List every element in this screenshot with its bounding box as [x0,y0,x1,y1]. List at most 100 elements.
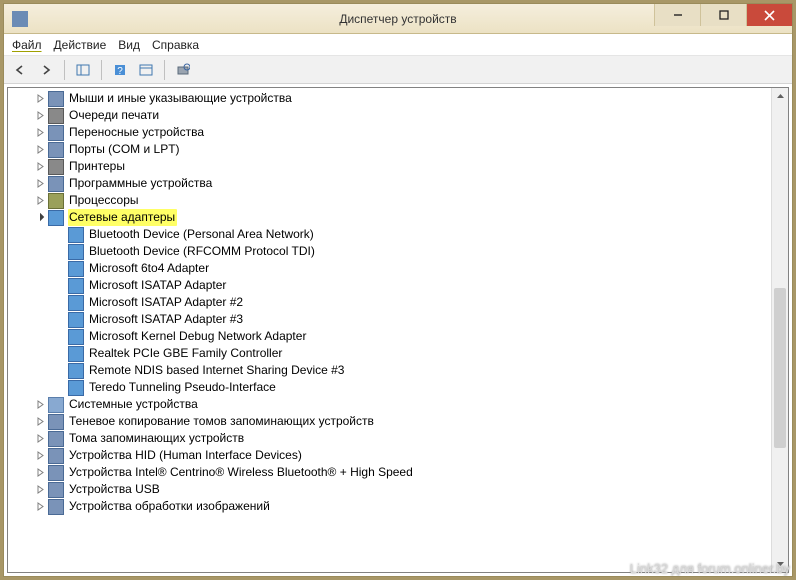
maximize-button[interactable] [700,4,746,26]
tree-category-label: Очереди печати [68,107,159,124]
tree-category[interactable]: Мыши и иные указывающие устройства [8,90,771,107]
img-icon [48,499,64,515]
scroll-thumb[interactable] [774,288,786,448]
expand-arrow-icon[interactable] [34,433,46,445]
mouse-icon [48,91,64,107]
scroll-up-button[interactable] [772,88,788,105]
menu-file[interactable]: Файл [12,38,42,52]
device-tree[interactable]: Мыши и иные указывающие устройстваОчеред… [8,88,771,572]
tree-category[interactable]: Теневое копирование томов запоминающих у… [8,413,771,430]
scan-hardware-button[interactable] [171,58,195,82]
tree-category-label: Устройства Intel® Centrino® Wireless Blu… [68,464,413,481]
tree-device[interactable]: Microsoft 6to4 Adapter [8,260,771,277]
network-adapter-icon [68,244,84,260]
tree-category[interactable]: Порты (COM и LPT) [8,141,771,158]
back-button[interactable] [8,58,32,82]
vertical-scrollbar[interactable] [771,88,788,572]
tree-category[interactable]: Системные устройства [8,396,771,413]
tree-category[interactable]: Тома запоминающих устройств [8,430,771,447]
tree-category[interactable]: Сетевые адаптеры [8,209,771,226]
soft-icon [48,176,64,192]
expand-arrow-icon[interactable] [34,501,46,513]
expand-arrow-icon[interactable] [34,178,46,190]
tree-device-label: Bluetooth Device (Personal Area Network) [88,226,314,243]
menu-bar: Файл Действие Вид Справка [4,34,792,56]
show-hide-tree-button[interactable] [71,58,95,82]
tree-category-label: Сетевые адаптеры [68,209,177,226]
tree-device-label: Microsoft ISATAP Adapter #2 [88,294,243,311]
minimize-button[interactable] [654,4,700,26]
tree-category[interactable]: Программные устройства [8,175,771,192]
chip-icon [48,193,64,209]
expand-arrow-icon[interactable] [34,195,46,207]
scroll-down-button[interactable] [772,555,788,572]
tree-device[interactable]: Microsoft ISATAP Adapter #3 [8,311,771,328]
tree-category[interactable]: Устройства Intel® Centrino® Wireless Blu… [8,464,771,481]
device-manager-window: Диспетчер устройств Файл Действие Вид Сп… [3,3,793,577]
tree-device[interactable]: Teredo Tunneling Pseudo-Interface [8,379,771,396]
toolbar-separator [101,60,102,80]
forward-button[interactable] [34,58,58,82]
tree-device-label: Microsoft 6to4 Adapter [88,260,209,277]
window-controls [654,4,792,26]
disk-icon [48,414,64,430]
tree-device[interactable]: Microsoft ISATAP Adapter #2 [8,294,771,311]
expand-arrow-icon[interactable] [34,450,46,462]
sys-icon [48,397,64,413]
printer-icon [48,159,64,175]
port-icon [48,142,64,158]
network-adapter-icon [68,363,84,379]
tree-device[interactable]: Bluetooth Device (RFCOMM Protocol TDI) [8,243,771,260]
collapse-arrow-icon[interactable] [34,212,46,224]
svg-text:?: ? [117,66,123,77]
tree-category-label: Теневое копирование томов запоминающих у… [68,413,374,430]
tree-category-label: Устройства HID (Human Interface Devices) [68,447,302,464]
tree-category[interactable]: Устройства обработки изображений [8,498,771,515]
toolbar: ? [4,56,792,84]
tree-device-label: Microsoft ISATAP Adapter [88,277,226,294]
properties-button[interactable] [134,58,158,82]
tree-device-label: Remote NDIS based Internet Sharing Devic… [88,362,344,379]
menu-help[interactable]: Справка [152,38,199,52]
tree-device[interactable]: Microsoft ISATAP Adapter [8,277,771,294]
menu-action[interactable]: Действие [54,38,107,52]
tree-category[interactable]: Процессоры [8,192,771,209]
tree-device[interactable]: Microsoft Kernel Debug Network Adapter [8,328,771,345]
tree-device[interactable]: Remote NDIS based Internet Sharing Devic… [8,362,771,379]
menu-view[interactable]: Вид [118,38,140,52]
network-adapter-icon [68,380,84,396]
tree-device[interactable]: Realtek PCIe GBE Family Controller [8,345,771,362]
tree-category[interactable]: Устройства HID (Human Interface Devices) [8,447,771,464]
tree-category-label: Мыши и иные указывающие устройства [68,90,292,107]
title-bar[interactable]: Диспетчер устройств [4,4,792,34]
disk-icon [48,431,64,447]
expand-arrow-icon[interactable] [34,93,46,105]
expand-arrow-icon[interactable] [34,484,46,496]
network-adapter-icon [68,329,84,345]
tree-device-label: Teredo Tunneling Pseudo-Interface [88,379,276,396]
expand-arrow-icon[interactable] [34,144,46,156]
toolbar-separator [164,60,165,80]
expand-arrow-icon[interactable] [34,127,46,139]
tree-category-label: Принтеры [68,158,125,175]
tree-device-label: Microsoft Kernel Debug Network Adapter [88,328,306,345]
tree-category[interactable]: Принтеры [8,158,771,175]
tree-category-label: Процессоры [68,192,139,209]
tree-device[interactable]: Bluetooth Device (Personal Area Network) [8,226,771,243]
expand-arrow-icon[interactable] [34,161,46,173]
tree-category[interactable]: Переносные устройства [8,124,771,141]
close-button[interactable] [746,4,792,26]
tree-device-label: Microsoft ISATAP Adapter #3 [88,311,243,328]
expand-arrow-icon[interactable] [34,416,46,428]
network-adapter-icon [68,346,84,362]
network-adapter-icon [68,278,84,294]
tree-category[interactable]: Очереди печати [8,107,771,124]
network-adapter-icon [68,295,84,311]
bt-icon [48,465,64,481]
tree-category-label: Устройства обработки изображений [68,498,270,515]
tree-category[interactable]: Устройства USB [8,481,771,498]
expand-arrow-icon[interactable] [34,399,46,411]
help-button[interactable]: ? [108,58,132,82]
expand-arrow-icon[interactable] [34,467,46,479]
expand-arrow-icon[interactable] [34,110,46,122]
